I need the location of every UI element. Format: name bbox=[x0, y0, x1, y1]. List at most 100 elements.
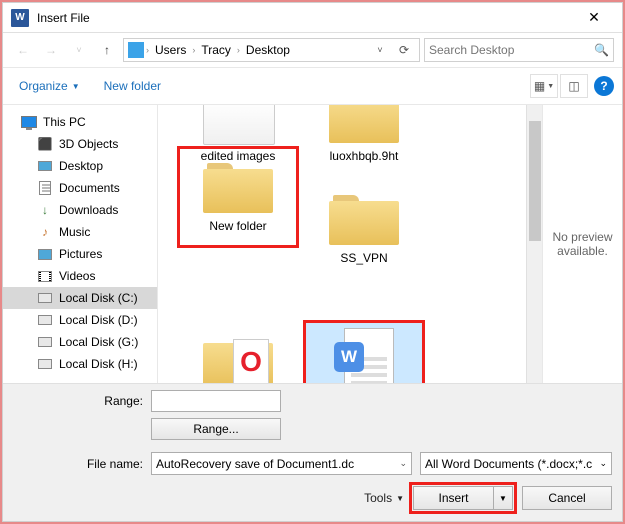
picture-icon bbox=[38, 249, 52, 260]
word-app-icon: W bbox=[11, 9, 29, 27]
disk-icon bbox=[38, 293, 52, 303]
scroll-thumb[interactable] bbox=[529, 121, 541, 241]
nav-label: Pictures bbox=[59, 247, 102, 261]
nav-label: Local Disk (C:) bbox=[59, 291, 138, 305]
new-folder-button[interactable]: New folder bbox=[96, 75, 169, 97]
navigation-pane: This PC ⬛ 3D Objects Desktop Documents ↓ D… bbox=[3, 105, 158, 383]
disk-icon bbox=[38, 337, 52, 347]
range-input[interactable] bbox=[151, 390, 281, 412]
file-item-selected[interactable]: W AutoRecovery save of Document1.docx bbox=[304, 321, 424, 383]
tools-label: Tools bbox=[364, 491, 392, 505]
close-icon[interactable]: ✕ bbox=[574, 9, 614, 26]
search-field[interactable] bbox=[429, 43, 594, 57]
organize-label: Organize bbox=[19, 79, 68, 93]
file-type-filter[interactable]: All Word Documents (*.docx;*.c ⌄ bbox=[420, 452, 612, 475]
breadcrumb[interactable]: Tracy bbox=[197, 41, 235, 59]
folder-icon bbox=[329, 189, 399, 245]
nav-label: Music bbox=[59, 225, 90, 239]
range-label: Range: bbox=[13, 394, 143, 408]
nav-this-pc[interactable]: This PC bbox=[3, 111, 157, 133]
video-icon bbox=[38, 271, 52, 282]
folder-icon bbox=[203, 331, 273, 383]
nav-videos[interactable]: Videos bbox=[3, 265, 157, 287]
chevron-right-icon[interactable]: › bbox=[146, 45, 149, 55]
music-icon: ♪ bbox=[37, 224, 53, 240]
download-icon: ↓ bbox=[37, 202, 53, 218]
chevron-down-icon[interactable]: ⌄ bbox=[599, 458, 607, 469]
item-label: SS_VPN bbox=[340, 251, 387, 266]
chevron-down-icon[interactable]: ⌄ bbox=[399, 458, 407, 469]
breadcrumb[interactable]: Users bbox=[151, 41, 190, 59]
address-bar[interactable]: › Users › Tracy › Desktop ˅ ⟳ bbox=[123, 38, 420, 62]
up-button[interactable]: ↑ bbox=[95, 38, 119, 62]
disk-icon bbox=[38, 315, 52, 325]
nav-disk-d[interactable]: Local Disk (D:) bbox=[3, 309, 157, 331]
pc-icon bbox=[21, 116, 37, 128]
filename-input[interactable]: AutoRecovery save of Document1.dc ⌄ bbox=[151, 452, 412, 475]
drive-icon bbox=[128, 42, 144, 58]
view-mode-button[interactable]: ▦▼ bbox=[530, 74, 558, 98]
nav-music[interactable]: ♪ Music bbox=[3, 221, 157, 243]
insert-button[interactable]: Insert ▼ bbox=[413, 486, 513, 510]
nav-documents[interactable]: Documents bbox=[3, 177, 157, 199]
forward-button[interactable]: → bbox=[39, 38, 63, 62]
help-button[interactable]: ? bbox=[594, 76, 614, 96]
nav-label: 3D Objects bbox=[59, 137, 118, 151]
nav-label: Documents bbox=[59, 181, 120, 195]
folder-icon bbox=[203, 157, 273, 213]
filter-label: All Word Documents (*.docx;*.c bbox=[425, 457, 592, 471]
nav-label: Downloads bbox=[59, 203, 118, 217]
item-label: New folder bbox=[209, 219, 266, 234]
chevron-down-icon: ▼ bbox=[72, 82, 80, 91]
cube-icon: ⬛ bbox=[37, 136, 53, 152]
nav-downloads[interactable]: ↓ Downloads bbox=[3, 199, 157, 221]
preview-pane: No preview available. bbox=[542, 105, 622, 383]
chevron-right-icon[interactable]: › bbox=[192, 45, 195, 55]
search-input[interactable]: 🔍 bbox=[424, 38, 614, 62]
address-dropdown[interactable]: ˅ bbox=[369, 45, 391, 55]
insert-label: Insert bbox=[414, 487, 494, 509]
insert-dropdown[interactable]: ▼ bbox=[494, 487, 512, 509]
folder-item[interactable]: New folder bbox=[178, 147, 298, 247]
file-list-pane[interactable]: edited images luoxhbqb.9ht New folder SS… bbox=[158, 105, 542, 383]
nav-label: Local Disk (G:) bbox=[59, 335, 138, 349]
nav-disk-h[interactable]: Local Disk (H:) bbox=[3, 353, 157, 375]
chevron-down-icon: ▼ bbox=[396, 494, 404, 503]
folder-item[interactable]: tools bbox=[178, 321, 298, 383]
nav-3d-objects[interactable]: ⬛ 3D Objects bbox=[3, 133, 157, 155]
folder-icon bbox=[329, 105, 399, 143]
preview-text: No preview available. bbox=[547, 230, 618, 258]
nav-label: Local Disk (H:) bbox=[59, 357, 138, 371]
nav-disk-c[interactable]: Local Disk (C:) bbox=[3, 287, 157, 309]
nav-pictures[interactable]: Pictures bbox=[3, 243, 157, 265]
filename-label: File name: bbox=[13, 457, 143, 471]
organize-menu[interactable]: Organize ▼ bbox=[11, 75, 88, 97]
insert-button-highlight: Insert ▼ bbox=[412, 485, 514, 511]
nav-label: This PC bbox=[43, 115, 86, 129]
window-title: Insert File bbox=[37, 11, 574, 25]
document-icon bbox=[39, 181, 51, 195]
docx-icon: W bbox=[334, 328, 394, 383]
folder-item[interactable]: SS_VPN bbox=[304, 179, 424, 319]
recent-dropdown[interactable]: ˅ bbox=[67, 38, 91, 62]
item-label: luoxhbqb.9ht bbox=[330, 149, 399, 164]
cancel-button[interactable]: Cancel bbox=[522, 486, 612, 510]
nav-desktop[interactable]: Desktop bbox=[3, 155, 157, 177]
scrollbar-vertical[interactable] bbox=[526, 105, 542, 383]
nav-label: Videos bbox=[59, 269, 95, 283]
breadcrumb[interactable]: Desktop bbox=[242, 41, 294, 59]
preview-pane-button[interactable]: ◫ bbox=[560, 74, 588, 98]
search-icon[interactable]: 🔍 bbox=[594, 43, 609, 57]
folder-item[interactable]: luoxhbqb.9ht bbox=[304, 105, 424, 177]
tools-menu[interactable]: Tools ▼ bbox=[364, 491, 404, 505]
nav-label: Local Disk (D:) bbox=[59, 313, 138, 327]
back-button[interactable]: ← bbox=[11, 38, 35, 62]
chevron-right-icon[interactable]: › bbox=[237, 45, 240, 55]
folder-icon bbox=[203, 105, 273, 143]
nav-label: Desktop bbox=[59, 159, 103, 173]
filename-value: AutoRecovery save of Document1.dc bbox=[156, 457, 354, 471]
refresh-button[interactable]: ⟳ bbox=[393, 43, 415, 57]
nav-disk-g[interactable]: Local Disk (G:) bbox=[3, 331, 157, 353]
disk-icon bbox=[38, 359, 52, 369]
range-button[interactable]: Range... bbox=[151, 418, 281, 440]
